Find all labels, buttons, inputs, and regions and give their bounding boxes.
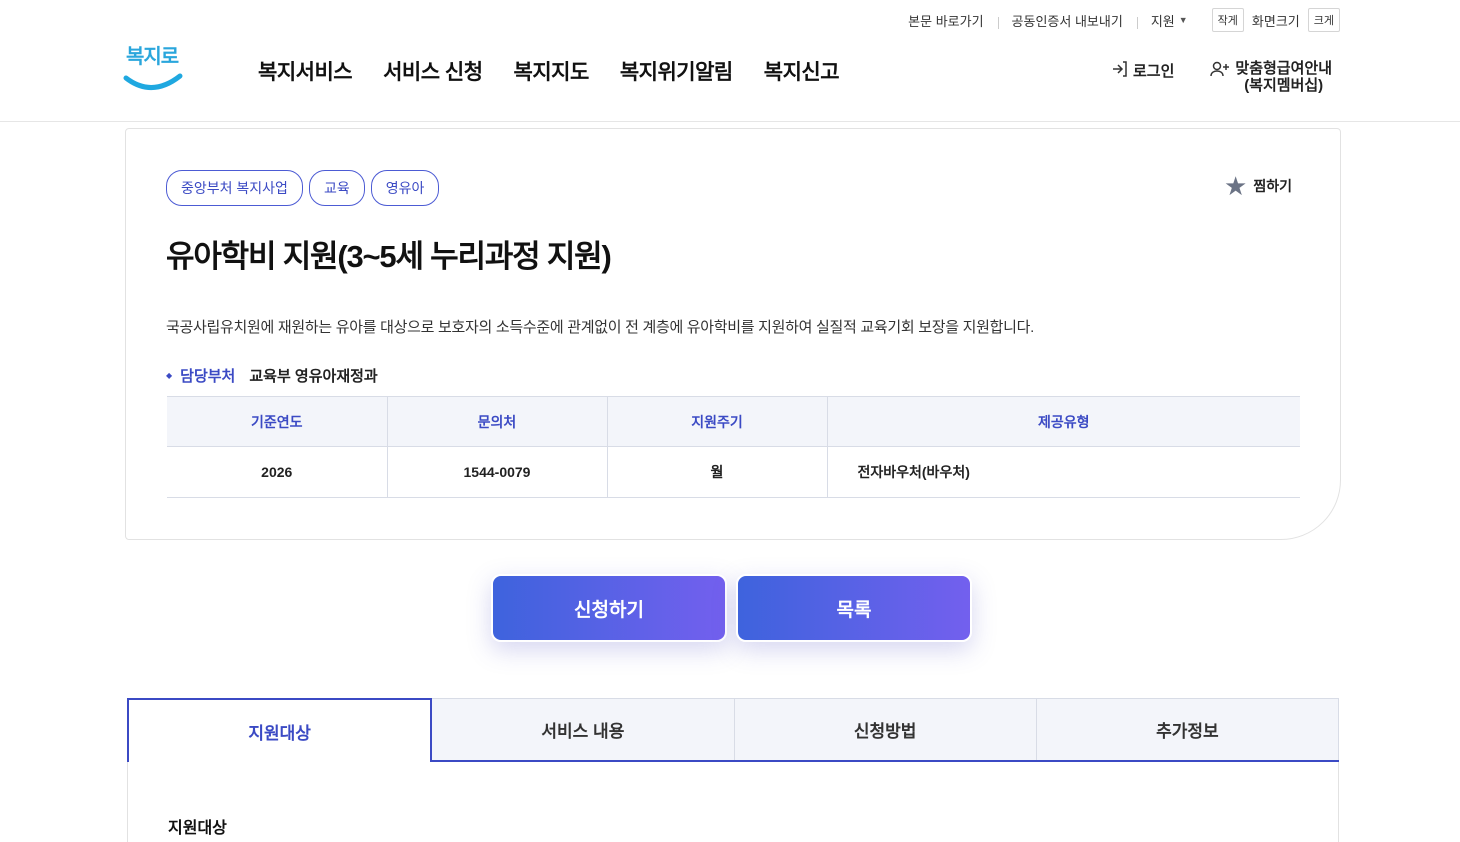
service-tags: 중앙부처 복지사업 교육 영유아 xyxy=(166,170,440,206)
department-label: 담당부처 xyxy=(180,368,236,385)
table-cell-cycle: 월 xyxy=(607,446,828,498)
chevron-down-icon: ▼ xyxy=(1178,15,1188,25)
site-logo[interactable]: 복지로 xyxy=(122,40,186,96)
page-title: 유아학비 지원(3~5세 누리과정 지원) xyxy=(166,239,612,274)
user-add-icon xyxy=(1210,60,1230,82)
table-row: 2026 1544-0079 월 전자바우처(바우처) xyxy=(167,446,1300,498)
tag-education[interactable]: 교육 xyxy=(308,170,365,206)
font-size-controls: 작게 화면크기 크게 xyxy=(1211,8,1340,32)
login-icon xyxy=(1110,60,1128,82)
tab-how-to-apply[interactable]: 신청방법 xyxy=(734,698,1037,760)
login-button[interactable]: 로그인 xyxy=(1110,60,1174,82)
logo-smile-icon xyxy=(123,73,183,90)
nav-crisis-alert[interactable]: 복지위기알림 xyxy=(620,56,733,86)
bullet-icon: ◆ xyxy=(166,371,173,380)
membership-label: 맞춤형급여안내 xyxy=(1235,60,1332,77)
login-label: 로그인 xyxy=(1132,63,1175,80)
main-navigation: 복지서비스 서비스 신청 복지지도 복지위기알림 복지신고 xyxy=(258,56,840,86)
membership-sublabel: (복지멤버십) xyxy=(1244,77,1324,94)
table-header-year: 기준연도 xyxy=(167,396,388,447)
service-info-table: 기준연도 문의처 지원주기 제공유형 2026 1544-0079 월 전자바우… xyxy=(167,396,1300,498)
service-summary-card: 중앙부처 복지사업 교육 영유아 ★ 찜하기 유아학비 지원(3~5세 누리과정… xyxy=(125,128,1341,540)
bookmark-button[interactable]: ★ 찜하기 xyxy=(1224,173,1292,199)
tab-additional-info[interactable]: 추가정보 xyxy=(1036,698,1339,760)
panel-heading: 지원대상 xyxy=(168,820,227,837)
nav-welfare-service[interactable]: 복지서비스 xyxy=(258,56,353,86)
service-description: 국공사립유치원에 재원하는 유아를 대상으로 보호자의 소득수준에 관계없이 전… xyxy=(166,319,1035,336)
header-actions: 로그인 맞춤형급여안내 (복지멤버십) xyxy=(1110,60,1332,94)
table-header-cycle: 지원주기 xyxy=(607,396,828,447)
cert-export-link[interactable]: 공동인증서 내보내기 xyxy=(997,11,1137,30)
font-small-button[interactable]: 작게 xyxy=(1211,8,1244,32)
tab-service-content[interactable]: 서비스 내용 xyxy=(432,698,735,760)
table-header-type: 제공유형 xyxy=(827,396,1300,447)
font-large-button[interactable]: 크게 xyxy=(1307,8,1340,32)
table-header-contact: 문의처 xyxy=(387,396,608,447)
membership-button[interactable]: 맞춤형급여안내 (복지멤버십) xyxy=(1210,60,1332,94)
department-info: ◆ 담당부처 교육부 영유아재정과 xyxy=(166,365,378,386)
table-cell-type: 전자바우처(바우처) xyxy=(827,446,1300,498)
department-value: 교육부 영유아재정과 xyxy=(249,368,378,385)
language-label: 지원 xyxy=(1150,13,1175,29)
font-size-label: 화면크기 xyxy=(1251,13,1300,29)
table-cell-contact: 1544-0079 xyxy=(387,446,608,498)
star-icon: ★ xyxy=(1224,171,1248,201)
tab-eligibility[interactable]: 지원대상 xyxy=(127,698,433,762)
nav-welfare-report[interactable]: 복지신고 xyxy=(764,56,840,86)
utility-bar: 본문 바로가기 공동인증서 내보내기 지원 ▼ 작게 화면크기 크게 xyxy=(894,8,1340,32)
bookmark-label: 찜하기 xyxy=(1253,178,1292,194)
action-buttons: 신청하기 목록 xyxy=(491,574,972,642)
language-select[interactable]: 지원 ▼ xyxy=(1136,11,1202,30)
table-cell-year: 2026 xyxy=(167,446,388,498)
list-button[interactable]: 목록 xyxy=(736,574,972,642)
skip-to-content-link[interactable]: 본문 바로가기 xyxy=(894,11,997,30)
apply-button[interactable]: 신청하기 xyxy=(491,574,727,642)
tab-panel: 지원대상 xyxy=(127,762,1339,842)
tag-ministry-program[interactable]: 중앙부처 복지사업 xyxy=(166,170,303,206)
nav-service-apply[interactable]: 서비스 신청 xyxy=(383,56,483,86)
tag-infant[interactable]: 영유아 xyxy=(370,170,440,206)
detail-tabs: 지원대상 서비스 내용 신청방법 추가정보 xyxy=(127,698,1339,762)
nav-welfare-map[interactable]: 복지지도 xyxy=(514,56,590,86)
